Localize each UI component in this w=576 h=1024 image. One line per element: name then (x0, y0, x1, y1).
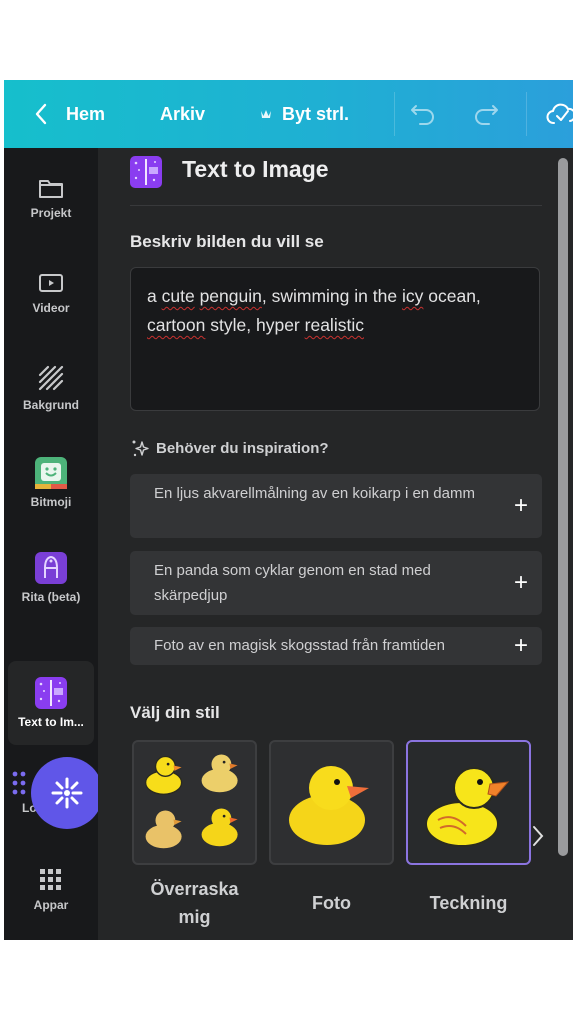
cloud-check-icon (546, 103, 573, 124)
rubber-duck-photo-icon (289, 766, 369, 845)
spellcheck-word: cute (161, 286, 195, 306)
undo-icon (411, 105, 434, 125)
rubber-duck-collage-icon (144, 754, 238, 849)
video-icon (39, 274, 63, 292)
panel-title: Text to Image (182, 156, 329, 182)
suggestion-text: En panda som cyklar genom en stad med sk… (154, 562, 431, 604)
style-label: Välj din stil (130, 703, 220, 722)
home-button[interactable]: Hem (34, 80, 105, 148)
sidebar-item-label: Bitmoji (30, 495, 72, 509)
prompt-value: a cute penguin, swimming in the icy ocea… (147, 286, 481, 335)
divider (394, 92, 395, 136)
apps-grid-icon (40, 869, 61, 890)
plus-icon: + (513, 632, 528, 659)
dots-icon (12, 771, 26, 795)
resize-label: Byt strl. (282, 103, 350, 124)
style-name: Överraska mig (150, 879, 239, 927)
describe-label: Beskriv bilden du vill se (130, 232, 324, 251)
sidebar-item-bakgrund[interactable]: Bakgrund (8, 346, 94, 430)
home-label: Hem (66, 103, 106, 124)
crown-icon (261, 110, 271, 118)
draw-icon (35, 552, 67, 584)
style-card-photo[interactable] (269, 740, 394, 865)
prompt-textarea[interactable]: a cute penguin, swimming in the icy ocea… (130, 267, 540, 411)
canva-app: Hem Arkiv Byt strl. Projekt Videor Bakgr… (4, 80, 573, 940)
suggestion-item[interactable]: En ljus akvarellmålning av en koikarp i … (130, 474, 542, 538)
sidebar-item-label: Rita (beta) (21, 590, 81, 604)
top-bar: Hem Arkiv Byt strl. (4, 80, 573, 148)
suggestion-item[interactable]: En panda som cyklar genom en stad med sk… (130, 551, 542, 615)
sidebar-item-videor[interactable]: Videor (8, 251, 94, 335)
spellcheck-word: cartoon (147, 315, 206, 335)
spellcheck-word: realistic (304, 315, 364, 335)
bitmoji-icon (35, 457, 67, 489)
file-label: Arkiv (160, 103, 206, 124)
sparkle-burst-icon (51, 777, 83, 809)
suggestion-text: En ljus akvarellmålning av en koikarp i … (154, 485, 475, 502)
undo-button[interactable] (409, 80, 437, 148)
style-name: Teckning (429, 893, 508, 913)
sidebar-item-label: Videor (32, 301, 70, 315)
folder-icon (39, 180, 63, 198)
plus-icon: + (513, 569, 528, 596)
suggestion-item[interactable]: Foto av en magisk skogsstad från framtid… (130, 627, 542, 665)
plus-icon: + (513, 492, 528, 519)
sidebar-item-label: Text to Im... (18, 715, 84, 729)
file-menu-button[interactable]: Arkiv (160, 80, 205, 148)
sidebar-item-text-to-image[interactable]: Text to Im... (8, 661, 94, 745)
panel-scrollbar[interactable] (558, 158, 568, 856)
sidebar-item-bitmoji[interactable]: Bitmoji (8, 441, 94, 525)
sidebar-item-label: Projekt (30, 206, 72, 220)
sidebar-item-projekt[interactable]: Projekt (8, 156, 94, 240)
rubber-duck-drawing-icon (425, 767, 510, 847)
chevron-left-icon (35, 103, 47, 125)
spellcheck-word: penguin (199, 286, 262, 306)
text-to-image-icon (130, 156, 162, 188)
redo-icon (475, 105, 498, 125)
resize-button[interactable]: Byt strl. (260, 80, 349, 148)
sparkles-icon (132, 440, 149, 457)
style-card-drawing[interactable] (406, 740, 531, 865)
text-to-image-icon (35, 677, 67, 709)
save-status-button[interactable] (546, 80, 573, 148)
sidebar-item-rita[interactable]: Rita (beta) (8, 536, 94, 620)
suggestion-text: Foto av en magisk skogsstad från framtid… (154, 637, 445, 654)
sidebar-item-label: Bakgrund (22, 398, 79, 412)
divider (130, 205, 542, 206)
redo-button[interactable] (472, 80, 500, 148)
sidebar-item-appar[interactable]: Appar (8, 848, 94, 932)
spellcheck-word: icy (401, 286, 424, 306)
inspiration-label: Behöver du inspiration? (156, 439, 329, 457)
style-name: Foto (312, 893, 351, 913)
divider (526, 92, 527, 136)
stripes-icon (38, 365, 64, 391)
style-card-surprise[interactable] (132, 740, 257, 865)
magic-fab-button[interactable] (31, 757, 103, 829)
inspiration-heading: Behöver du inspiration? (130, 438, 329, 458)
chevron-right-icon[interactable] (532, 825, 544, 847)
sidebar-item-label: Appar (33, 898, 69, 912)
